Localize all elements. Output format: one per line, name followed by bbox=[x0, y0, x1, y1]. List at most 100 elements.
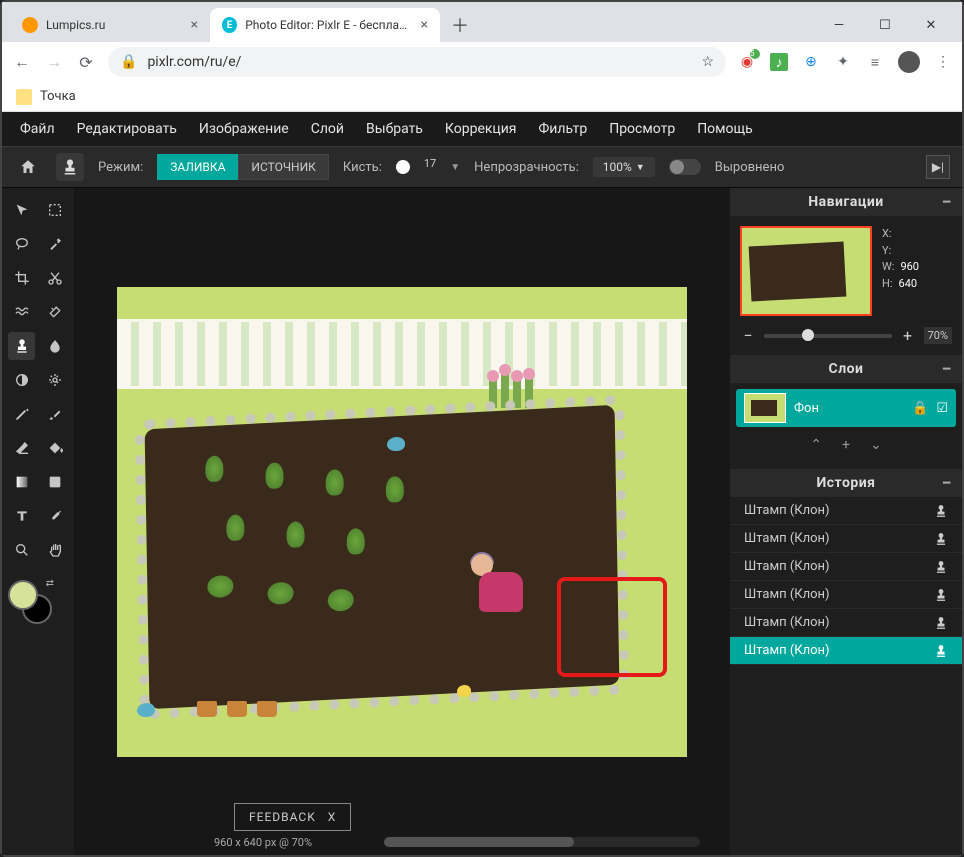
shape-tool[interactable] bbox=[41, 468, 68, 496]
aligned-label: Выровнено bbox=[715, 160, 785, 175]
brush-preview[interactable] bbox=[396, 160, 410, 174]
back-button[interactable]: ← bbox=[12, 52, 32, 72]
history-item[interactable]: Штамп (Клон) bbox=[730, 553, 962, 581]
fill-tool[interactable] bbox=[41, 434, 68, 462]
clone-stamp-tool[interactable] bbox=[8, 332, 35, 360]
reload-button[interactable]: ⟳ bbox=[76, 52, 96, 72]
forward-button[interactable]: → bbox=[44, 52, 64, 72]
menu-file[interactable]: Файл bbox=[20, 121, 55, 137]
illustration-bird bbox=[387, 437, 405, 451]
brush-tool[interactable] bbox=[41, 400, 68, 428]
visibility-icon[interactable]: ☑ bbox=[936, 401, 948, 416]
history-item-active[interactable]: Штамп (Клон) bbox=[730, 637, 962, 665]
layers-panel-header[interactable]: Слои − bbox=[730, 355, 962, 383]
layer-down-button[interactable]: ⌄ bbox=[870, 437, 882, 453]
extensions-icon[interactable]: ✦ bbox=[834, 53, 852, 71]
canvas[interactable] bbox=[117, 287, 687, 757]
wand-tool[interactable] bbox=[41, 230, 68, 258]
move-tool[interactable] bbox=[8, 196, 35, 224]
ext-icon-3[interactable]: ⊕ bbox=[802, 53, 820, 71]
gradient-tool[interactable] bbox=[8, 468, 35, 496]
hand-tool[interactable] bbox=[41, 536, 68, 564]
layer-item[interactable]: Фон 🔒 ☑ bbox=[736, 389, 956, 427]
history-panel-header[interactable]: История − bbox=[730, 469, 962, 497]
zoom-out-button[interactable]: − bbox=[740, 326, 756, 345]
menu-filter[interactable]: Фильтр bbox=[539, 121, 588, 137]
zoom-tool[interactable] bbox=[8, 536, 35, 564]
stamp-icon bbox=[934, 644, 948, 658]
aligned-toggle[interactable] bbox=[669, 159, 701, 175]
minimize-icon[interactable]: − bbox=[942, 192, 952, 213]
text-tool[interactable] bbox=[8, 502, 35, 530]
history-item[interactable]: Штамп (Клон) bbox=[730, 581, 962, 609]
layer-up-button[interactable]: ⌃ bbox=[810, 437, 822, 453]
lasso-tool[interactable] bbox=[8, 230, 35, 258]
eraser-tool[interactable] bbox=[8, 434, 35, 462]
collapse-panels-icon[interactable]: ▶| bbox=[926, 155, 950, 179]
menu-view[interactable]: Просмотр bbox=[609, 121, 675, 137]
sponge-tool[interactable] bbox=[41, 366, 68, 394]
dodge-tool[interactable] bbox=[8, 366, 35, 394]
menu-help[interactable]: Помощь bbox=[697, 121, 753, 137]
menu-layer[interactable]: Слой bbox=[311, 121, 344, 137]
zoom-in-button[interactable]: + bbox=[900, 326, 916, 345]
foreground-color[interactable] bbox=[8, 580, 38, 610]
eyedropper-tool[interactable] bbox=[41, 502, 68, 530]
zoom-value[interactable]: 70% bbox=[924, 327, 952, 344]
reading-list-icon[interactable]: ≡ bbox=[866, 53, 884, 71]
menu-edit[interactable]: Редактировать bbox=[77, 121, 177, 137]
star-icon[interactable]: ☆ bbox=[701, 54, 714, 70]
mode-fill-button[interactable]: ЗАЛИВКА bbox=[157, 154, 238, 180]
layer-add-button[interactable]: + bbox=[842, 437, 850, 453]
menu-icon[interactable]: ⋮ bbox=[934, 53, 952, 71]
horizontal-scrollbar[interactable] bbox=[384, 837, 700, 847]
menu-adjust[interactable]: Коррекция bbox=[445, 121, 517, 137]
blur-tool[interactable] bbox=[41, 332, 68, 360]
minimize-icon[interactable]: − bbox=[942, 473, 952, 494]
browser-tab-2[interactable]: E Photo Editor: Pixlr E - бесплатны × bbox=[210, 8, 440, 42]
minimize-icon[interactable]: − bbox=[942, 359, 952, 380]
options-bar: Режим: ЗАЛИВКА ИСТОЧНИК Кисть: 17 ▼ Непр… bbox=[2, 146, 962, 188]
swap-colors-icon[interactable]: ⇄ bbox=[46, 578, 54, 589]
heal-tool[interactable] bbox=[41, 298, 68, 326]
cut-tool[interactable] bbox=[41, 264, 68, 292]
right-panels: Навигации − X: Y: W:960 H:640 bbox=[730, 188, 962, 855]
url-input[interactable]: 🔒 pixlr.com/ru/e/ ☆ bbox=[108, 47, 726, 77]
mode-source-button[interactable]: ИСТОЧНИК bbox=[238, 154, 329, 180]
pen-tool[interactable] bbox=[8, 400, 35, 428]
ext-icon-2[interactable]: ♪ bbox=[770, 53, 788, 71]
workspace: ⇄ bbox=[2, 188, 962, 855]
chevron-down-icon[interactable]: ▼ bbox=[450, 162, 460, 173]
history-item[interactable]: Штамп (Клон) bbox=[730, 609, 962, 637]
close-icon[interactable]: × bbox=[421, 17, 428, 33]
history-item[interactable]: Штамп (Клон) bbox=[730, 525, 962, 553]
close-icon[interactable]: × bbox=[191, 17, 198, 33]
crop-tool[interactable] bbox=[8, 264, 35, 292]
browser-tab-1[interactable]: Lumpics.ru × bbox=[10, 8, 210, 42]
home-icon[interactable] bbox=[14, 153, 42, 181]
opacity-dropdown[interactable]: 100% ▼ bbox=[593, 157, 655, 177]
close-button[interactable]: ✕ bbox=[908, 8, 954, 42]
history-item[interactable]: Штамп (Клон) bbox=[730, 497, 962, 525]
bookmark-item[interactable]: Точка bbox=[40, 89, 76, 104]
feedback-close[interactable]: X bbox=[328, 810, 337, 824]
new-tab-button[interactable]: ＋ bbox=[446, 11, 474, 39]
menu-image[interactable]: Изображение bbox=[199, 121, 289, 137]
maximize-button[interactable]: ☐ bbox=[862, 8, 908, 42]
stamp-tool-icon[interactable] bbox=[56, 153, 84, 181]
ext-icon-1[interactable]: ◉5 bbox=[738, 53, 756, 71]
feedback-label: FEEDBACK bbox=[249, 810, 316, 824]
stamp-icon bbox=[934, 616, 948, 630]
minimize-button[interactable]: — bbox=[816, 8, 862, 42]
pixlr-app: Файл Редактировать Изображение Слой Выбр… bbox=[2, 112, 962, 855]
nav-thumbnail[interactable] bbox=[740, 226, 872, 316]
menu-select[interactable]: Выбрать bbox=[366, 121, 423, 137]
lock-icon[interactable]: 🔒 bbox=[912, 401, 928, 416]
feedback-button[interactable]: FEEDBACK X bbox=[234, 803, 351, 831]
liquify-tool[interactable] bbox=[8, 298, 35, 326]
nav-panel-header[interactable]: Навигации − bbox=[730, 188, 962, 216]
zoom-slider[interactable] bbox=[764, 334, 892, 338]
marquee-tool[interactable] bbox=[41, 196, 68, 224]
profile-icon[interactable] bbox=[898, 51, 920, 73]
color-swatch[interactable]: ⇄ bbox=[8, 580, 52, 624]
